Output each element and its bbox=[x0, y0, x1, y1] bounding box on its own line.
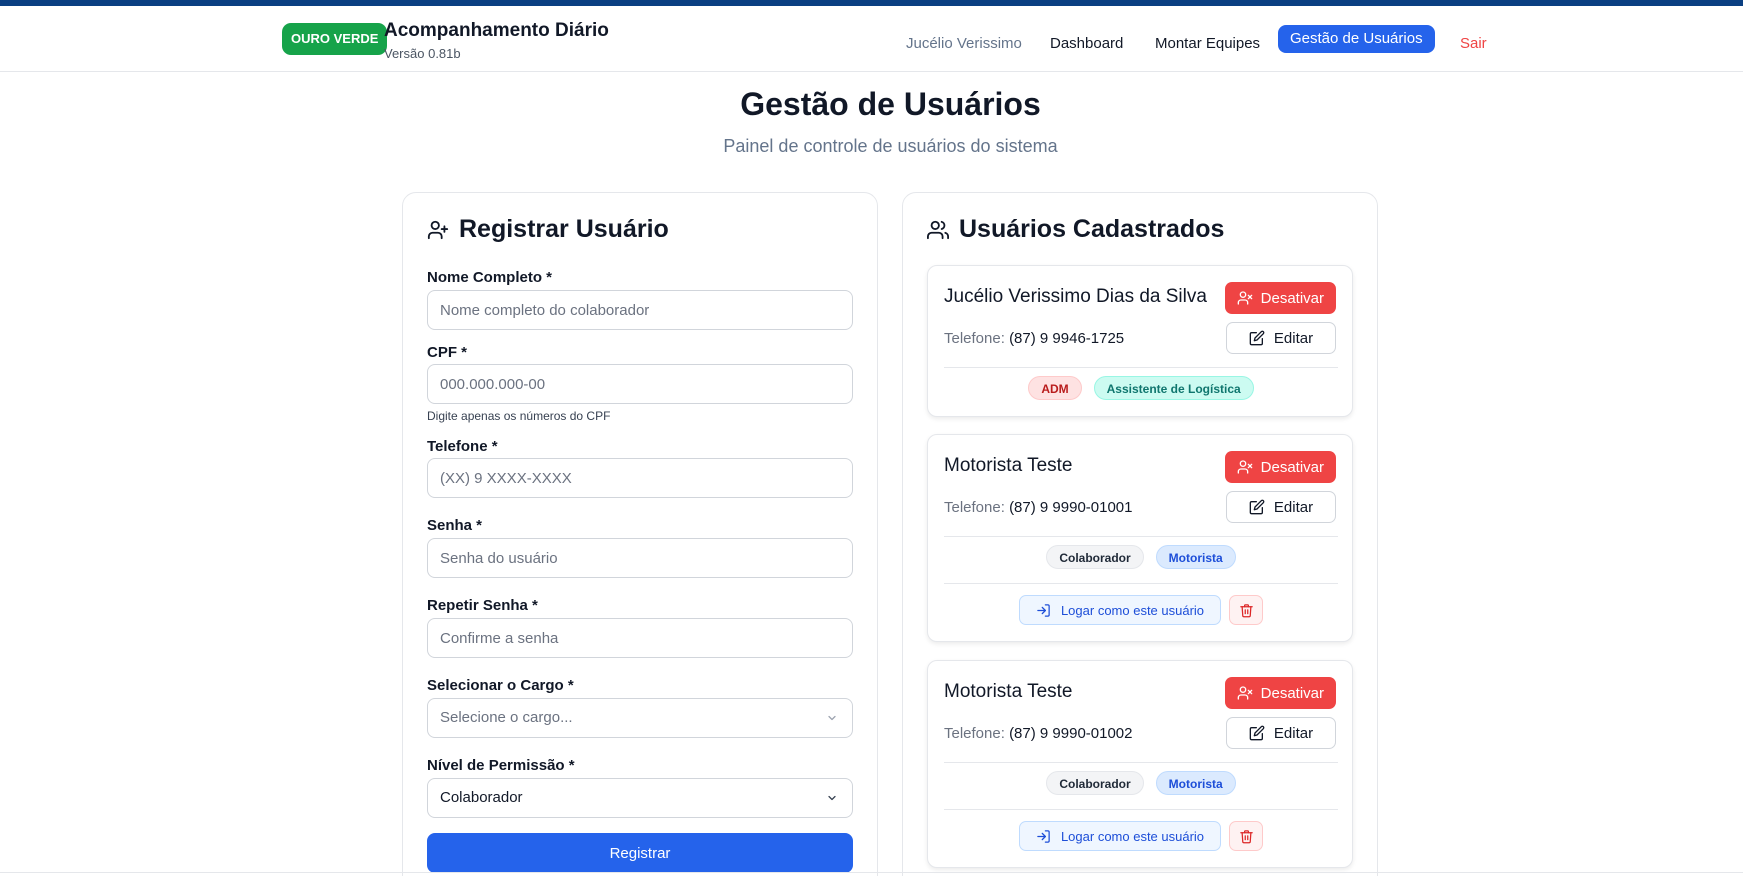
app-title: Acompanhamento Diário bbox=[384, 20, 609, 41]
page-title: Gestão de Usuários bbox=[740, 86, 1041, 122]
login-as-user-label: Logar como este usuário bbox=[1060, 602, 1205, 618]
deactivate-label: Desativar bbox=[1260, 684, 1324, 702]
register-card-title-text: Registrar Usuário bbox=[459, 215, 669, 243]
edit-icon bbox=[1249, 725, 1265, 741]
user-x-icon bbox=[1237, 686, 1252, 700]
page-subtitle: Painel de controle de usuários do sistem… bbox=[723, 136, 1058, 156]
bottom-border bbox=[0, 872, 1743, 873]
confirm-password-input[interactable] bbox=[427, 618, 853, 658]
card-divider bbox=[944, 367, 1338, 368]
card-divider bbox=[944, 762, 1338, 763]
users-icon bbox=[927, 220, 949, 239]
log-in-icon bbox=[1037, 829, 1050, 843]
cpf-label: CPF * bbox=[427, 344, 468, 361]
log-in-icon bbox=[1037, 603, 1050, 617]
users-list-card: Usuários Cadastrados Jucélio Verissimo D… bbox=[902, 192, 1378, 876]
role-badge: Motorista bbox=[1155, 545, 1236, 569]
edit-button[interactable]: Editar bbox=[1226, 717, 1336, 749]
user-actions: Logar como este usuário bbox=[928, 595, 1354, 625]
phone-value: (87) 9 9990-01002 bbox=[1009, 725, 1133, 742]
users-card-title: Usuários Cadastrados bbox=[927, 215, 1224, 244]
password-label: Senha * bbox=[427, 517, 483, 534]
permission-badge: Colaborador bbox=[1046, 545, 1144, 569]
confirm-password-label: Repetir Senha * bbox=[427, 597, 538, 614]
phone-value: (87) 9 9990-01001 bbox=[1009, 499, 1133, 516]
role-select-value: Selecione o cargo... bbox=[440, 709, 573, 726]
role-badge: Motorista bbox=[1155, 771, 1236, 795]
role-badge: Assistente de Logística bbox=[1093, 376, 1254, 400]
login-as-user-button[interactable]: Logar como este usuário bbox=[1018, 821, 1222, 851]
user-tags: Colaborador Motorista bbox=[928, 771, 1354, 795]
user-phone: Telefone: (87) 9 9990-01002 bbox=[944, 725, 1133, 742]
user-name: Motorista Teste bbox=[944, 455, 1073, 476]
login-as-user-button[interactable]: Logar como este usuário bbox=[1018, 595, 1222, 625]
deactivate-button[interactable]: Desativar bbox=[1224, 282, 1336, 314]
name-label: Nome Completo * bbox=[427, 269, 553, 286]
user-plus-icon bbox=[427, 220, 449, 239]
phone-label: Telefone: bbox=[944, 499, 1005, 516]
phone-input[interactable] bbox=[427, 458, 853, 498]
delete-user-button[interactable] bbox=[1229, 595, 1264, 625]
edit-button[interactable]: Editar bbox=[1226, 491, 1336, 523]
permission-label: Nível de Permissão * bbox=[427, 757, 575, 774]
permission-select-value: Colaborador bbox=[440, 789, 523, 806]
chevron-down-icon bbox=[828, 715, 836, 721]
delete-user-button[interactable] bbox=[1229, 821, 1264, 851]
register-card-title: Registrar Usuário bbox=[427, 215, 669, 244]
user-card: Motorista Teste Desativar Telefone: (87)… bbox=[927, 434, 1353, 642]
card-divider bbox=[944, 536, 1338, 537]
user-name: Jucélio Verissimo Dias da Silva bbox=[944, 286, 1207, 307]
chevron-down-icon bbox=[828, 795, 836, 801]
permission-badge: ADM bbox=[1028, 376, 1082, 400]
user-tags: ADM Assistente de Logística bbox=[928, 376, 1354, 400]
nav-current-user[interactable]: Jucélio Verissimo bbox=[906, 30, 1022, 58]
user-actions: Logar como este usuário bbox=[928, 821, 1354, 851]
edit-label: Editar bbox=[1273, 724, 1314, 742]
app-header: OURO VERDE Acompanhamento Diário Versão … bbox=[0, 6, 1743, 72]
password-input[interactable] bbox=[427, 538, 853, 578]
trash-icon bbox=[1239, 829, 1253, 843]
permission-badge: Colaborador bbox=[1046, 771, 1144, 795]
cpf-hint: Digite apenas os números do CPF bbox=[427, 409, 611, 423]
deactivate-button[interactable]: Desativar bbox=[1224, 677, 1336, 709]
app-version: Versão 0.81b bbox=[384, 46, 461, 61]
deactivate-label: Desativar bbox=[1260, 289, 1324, 307]
user-x-icon bbox=[1237, 291, 1252, 305]
nav-gestao-usuarios[interactable]: Gestão de Usuários bbox=[1278, 25, 1435, 53]
phone-label: Telefone: bbox=[944, 725, 1005, 742]
login-as-user-label: Logar como este usuário bbox=[1060, 828, 1205, 844]
card-divider bbox=[944, 809, 1338, 810]
role-select[interactable]: Selecione o cargo... bbox=[427, 698, 853, 738]
register-user-card: Registrar Usuário Nome Completo * CPF * … bbox=[402, 192, 878, 876]
user-phone: Telefone: (87) 9 9946-1725 bbox=[944, 330, 1124, 347]
role-label: Selecionar o Cargo * bbox=[427, 677, 574, 694]
nav-dashboard[interactable]: Dashboard bbox=[1050, 30, 1123, 58]
edit-icon bbox=[1249, 499, 1265, 515]
user-x-icon bbox=[1237, 460, 1252, 474]
phone-label: Telefone * bbox=[427, 438, 498, 455]
brand-badge: OURO VERDE bbox=[282, 23, 388, 55]
nav-logout[interactable]: Sair bbox=[1460, 30, 1487, 58]
trash-icon bbox=[1239, 603, 1253, 617]
nav-montar-equipes[interactable]: Montar Equipes bbox=[1155, 30, 1260, 58]
users-card-title-text: Usuários Cadastrados bbox=[959, 215, 1225, 243]
edit-label: Editar bbox=[1273, 498, 1314, 516]
cpf-input[interactable] bbox=[427, 364, 853, 404]
user-card: Motorista Teste Desativar Telefone: (87)… bbox=[927, 660, 1353, 868]
permission-select[interactable]: Colaborador bbox=[427, 778, 853, 818]
user-phone: Telefone: (87) 9 9990-01001 bbox=[944, 499, 1133, 516]
name-input[interactable] bbox=[427, 290, 853, 330]
phone-value: (87) 9 9946-1725 bbox=[1009, 330, 1125, 347]
register-button[interactable]: Registrar bbox=[427, 833, 853, 873]
edit-label: Editar bbox=[1273, 329, 1314, 347]
user-card: Jucélio Verissimo Dias da Silva Desativa… bbox=[927, 265, 1353, 417]
phone-label: Telefone: bbox=[944, 330, 1005, 347]
user-tags: Colaborador Motorista bbox=[928, 545, 1354, 569]
edit-button[interactable]: Editar bbox=[1226, 322, 1336, 354]
user-name: Motorista Teste bbox=[944, 681, 1073, 702]
edit-icon bbox=[1249, 330, 1265, 346]
deactivate-button[interactable]: Desativar bbox=[1224, 451, 1336, 483]
deactivate-label: Desativar bbox=[1260, 458, 1324, 476]
card-divider bbox=[944, 583, 1338, 584]
